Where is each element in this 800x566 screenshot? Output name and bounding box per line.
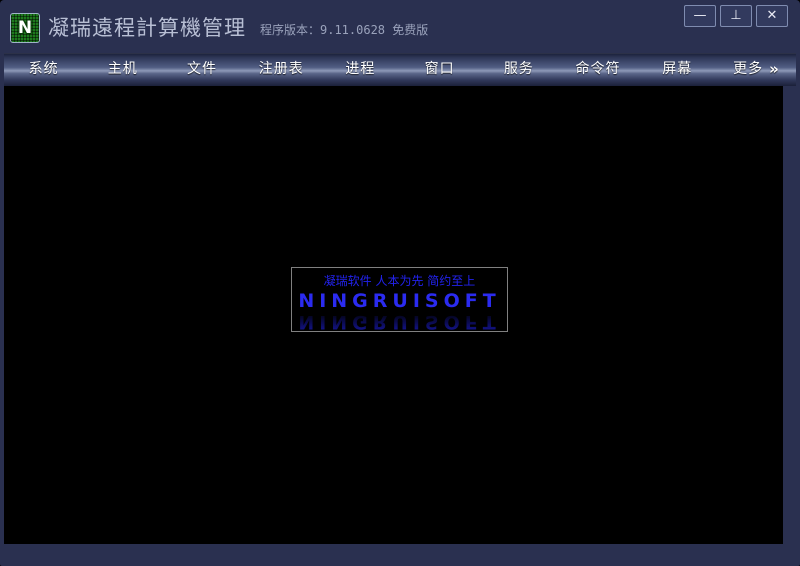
brand-tagline: 凝瑞软件 人本为先 简约至上 — [323, 274, 476, 288]
menu-item-file[interactable]: 文件 — [162, 53, 241, 86]
minimize-button[interactable]: — — [684, 5, 716, 27]
menu-item-more[interactable]: 更多 » — [717, 53, 796, 86]
version-label: 程序版本：9.11.0628 免费版 — [260, 23, 429, 37]
menu-item-screen[interactable]: 屏幕 — [638, 53, 717, 86]
menu-item-more-label: 更多 — [733, 61, 764, 77]
menu-item-registry[interactable]: 注册表 — [242, 53, 321, 86]
menu-item-process[interactable]: 进程 — [321, 53, 400, 86]
main-menu-bar: 系统 主机 文件 注册表 进程 窗口 服务 命令符 屏幕 更多 » — [4, 53, 796, 86]
app-logo-letter: N — [17, 18, 33, 38]
title-bar: N 凝瑞遠程計算機管理 程序版本：9.11.0628 免费版 — ⊥ ✕ — [0, 0, 800, 53]
menu-item-command[interactable]: 命令符 — [558, 53, 637, 86]
menu-item-host[interactable]: 主机 — [83, 53, 162, 86]
menu-item-service[interactable]: 服务 — [479, 53, 558, 86]
title-bar-inner: N 凝瑞遠程計算機管理 程序版本：9.11.0628 免费版 — ⊥ ✕ — [4, 3, 796, 50]
chevron-double-right-icon: » — [769, 60, 780, 78]
content-area: 凝瑞软件 人本为先 简约至上 NINGRUISOFT NINGRUISOFT — [4, 86, 783, 544]
brand-wordmark: NINGRUISOFT — [298, 290, 501, 312]
brand-logo-panel: 凝瑞软件 人本为先 简约至上 NINGRUISOFT NINGRUISOFT — [291, 267, 508, 332]
maximize-button[interactable]: ⊥ — [720, 5, 752, 27]
brand-wordmark-reflection: NINGRUISOFT — [298, 311, 501, 332]
window-title: 凝瑞遠程計算機管理 — [48, 16, 246, 40]
menu-item-system[interactable]: 系统 — [4, 53, 83, 86]
menu-item-window[interactable]: 窗口 — [400, 53, 479, 86]
application-window: N 凝瑞遠程計算機管理 程序版本：9.11.0628 免费版 — ⊥ ✕ 系统 … — [0, 0, 800, 566]
close-button[interactable]: ✕ — [756, 5, 788, 27]
app-logo-icon: N — [10, 13, 40, 43]
window-controls: — ⊥ ✕ — [684, 5, 788, 27]
